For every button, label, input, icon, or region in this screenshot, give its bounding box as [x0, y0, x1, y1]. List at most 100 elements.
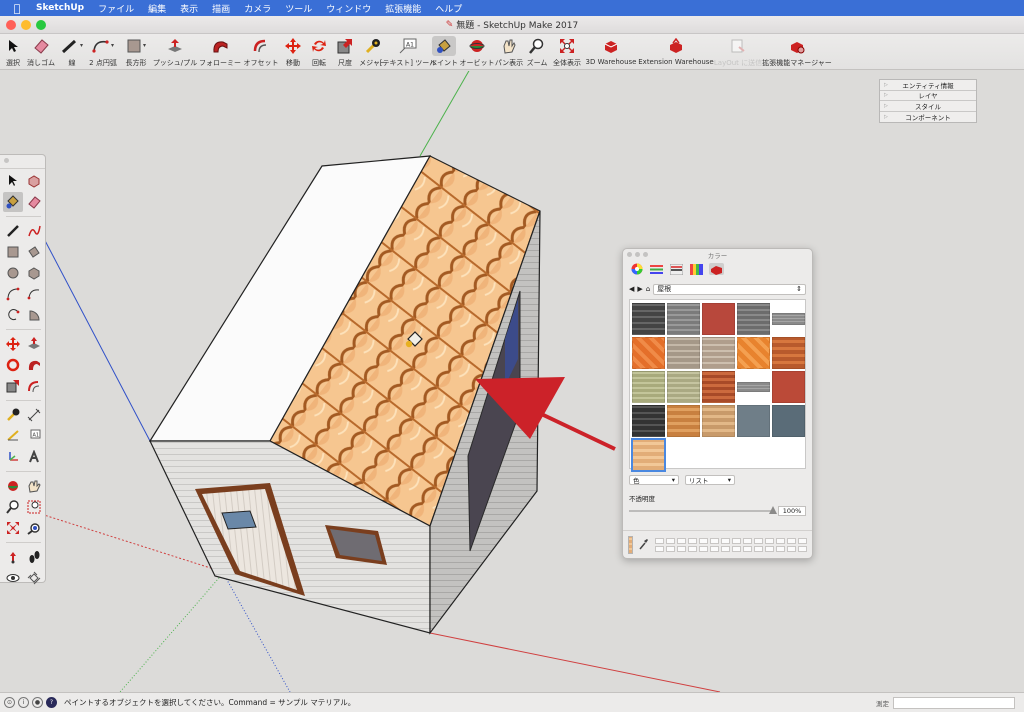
color-well[interactable]: [765, 537, 774, 544]
material-swatch[interactable]: [772, 371, 805, 403]
view-mode-select[interactable]: リスト ▾: [685, 475, 735, 485]
color-well[interactable]: [655, 537, 664, 544]
menu-window[interactable]: ウィンドウ: [326, 2, 371, 15]
color-well[interactable]: [776, 545, 785, 552]
color-well[interactable]: [688, 545, 697, 552]
follow-me-icon[interactable]: [24, 355, 44, 375]
three-point-arc-icon[interactable]: [3, 305, 23, 325]
tool-text[interactable]: A1 [テキスト] ツール: [380, 34, 436, 68]
color-well[interactable]: [743, 545, 752, 552]
menu-view[interactable]: 表示: [180, 2, 198, 15]
tool-offset[interactable]: オフセット: [242, 34, 280, 68]
tool-extension-manager[interactable]: 拡張機能マネージャー: [762, 34, 832, 68]
tool-scale[interactable]: 尺度: [332, 34, 358, 68]
tool-rotate[interactable]: 回転: [306, 34, 332, 68]
section-plane-icon[interactable]: [24, 568, 44, 588]
color-well[interactable]: [754, 537, 763, 544]
material-swatch[interactable]: [772, 405, 805, 437]
color-wheel-icon[interactable]: [629, 263, 644, 275]
tray-panel-layers[interactable]: ▷ レイヤ: [880, 91, 976, 101]
menu-help[interactable]: ヘルプ: [435, 2, 462, 15]
home-icon[interactable]: ⌂: [646, 285, 650, 293]
tool-zoom-extents[interactable]: 全体表示: [550, 34, 584, 68]
offset-icon[interactable]: [24, 376, 44, 396]
walk-icon[interactable]: [24, 547, 44, 567]
colors-close-button[interactable]: [627, 252, 632, 257]
apple-menu-icon[interactable]: : [12, 2, 22, 15]
rotated-rectangle-icon[interactable]: [24, 242, 44, 262]
material-swatch[interactable]: [737, 337, 770, 369]
tool-rectangle[interactable]: ▾ 長方形: [120, 34, 152, 68]
opacity-value-field[interactable]: 100%: [778, 506, 806, 516]
menu-extensions[interactable]: 拡張機能: [385, 2, 421, 15]
opacity-slider-thumb[interactable]: [769, 506, 777, 514]
polygon-icon[interactable]: [24, 263, 44, 283]
push-pull-icon[interactable]: [24, 334, 44, 354]
3d-text-icon[interactable]: [24, 447, 44, 467]
scale-icon[interactable]: [3, 376, 23, 396]
pan-icon[interactable]: [24, 476, 44, 496]
color-well[interactable]: [787, 537, 796, 544]
minimize-window-button[interactable]: [21, 20, 31, 30]
color-well[interactable]: [787, 545, 796, 552]
eyedropper-icon[interactable]: [639, 535, 649, 554]
forward-arrow-icon[interactable]: ▶: [637, 285, 642, 293]
color-well[interactable]: [666, 545, 675, 552]
color-mode-select[interactable]: 色 ▾: [629, 475, 679, 485]
tool-orbit[interactable]: オービット: [460, 34, 495, 68]
material-swatch[interactable]: [632, 371, 665, 403]
material-swatch[interactable]: [737, 303, 770, 335]
color-well[interactable]: [710, 537, 719, 544]
current-material-swatch[interactable]: [628, 535, 633, 554]
dimension-icon[interactable]: [24, 405, 44, 425]
app-menu[interactable]: SketchUp: [36, 3, 84, 13]
tray-panel-components[interactable]: ▷ コンポーネント: [880, 112, 976, 123]
material-swatch[interactable]: [702, 303, 735, 335]
material-swatch[interactable]: [632, 405, 665, 437]
tool-send-to-layout[interactable]: LayOut に送信: [714, 34, 762, 68]
material-swatch[interactable]: [667, 303, 700, 335]
palette-close-button[interactable]: [4, 158, 9, 163]
colors-zoom-button[interactable]: [643, 252, 648, 257]
color-sliders-icon[interactable]: [649, 263, 664, 275]
material-swatch[interactable]: [737, 382, 770, 392]
color-palettes-icon[interactable]: [669, 263, 684, 275]
zoom-icon[interactable]: [3, 497, 23, 517]
color-well[interactable]: [743, 537, 752, 544]
tray-panel-entity-info[interactable]: ▷ エンティティ情報: [880, 80, 976, 91]
select-arrow-icon[interactable]: [3, 171, 23, 191]
modeling-viewport[interactable]: [0, 71, 1024, 692]
color-well[interactable]: [699, 545, 708, 552]
material-swatch[interactable]: [667, 371, 700, 403]
tool-move[interactable]: 移動: [280, 34, 306, 68]
tool-follow-me[interactable]: フォローミー: [198, 34, 242, 68]
zoom-window-icon[interactable]: [24, 497, 44, 517]
eraser-icon[interactable]: [24, 192, 44, 212]
material-swatch[interactable]: [667, 405, 700, 437]
arc-icon[interactable]: [3, 284, 23, 304]
geo-location-icon[interactable]: ⊙: [4, 697, 15, 708]
axes-icon[interactable]: [3, 447, 23, 467]
color-well[interactable]: [732, 545, 741, 552]
material-swatch[interactable]: [632, 337, 665, 369]
freehand-icon[interactable]: [24, 221, 44, 241]
menu-camera[interactable]: カメラ: [244, 2, 271, 15]
position-camera-icon[interactable]: [3, 547, 23, 567]
tool-paint-bucket[interactable]: ペイント: [428, 34, 460, 68]
pencil-line-icon[interactable]: [3, 221, 23, 241]
material-swatch[interactable]: [702, 337, 735, 369]
tool-pan[interactable]: パン表示: [494, 34, 524, 68]
move-icon[interactable]: [3, 334, 23, 354]
paint-bucket-icon[interactable]: [3, 192, 23, 212]
materials-icon[interactable]: [709, 263, 724, 275]
color-well[interactable]: [798, 545, 807, 552]
zoom-window-button[interactable]: [36, 20, 46, 30]
material-swatch[interactable]: [737, 405, 770, 437]
circle-icon[interactable]: [3, 263, 23, 283]
close-window-button[interactable]: [6, 20, 16, 30]
tool-zoom[interactable]: ズーム: [524, 34, 550, 68]
tool-extension-warehouse[interactable]: Extension Warehouse: [638, 34, 714, 68]
rotate-icon[interactable]: [3, 355, 23, 375]
colors-minimize-button[interactable]: [635, 252, 640, 257]
look-around-icon[interactable]: [3, 568, 23, 588]
